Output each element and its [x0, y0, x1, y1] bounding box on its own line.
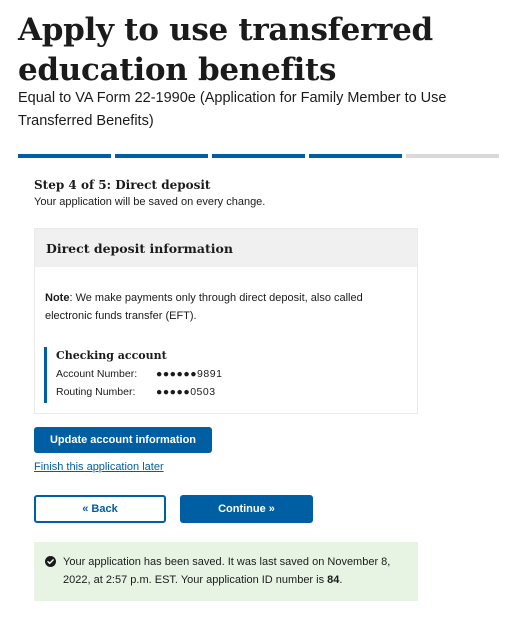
- page-title: Apply to use transferred education benef…: [18, 12, 433, 88]
- continue-button[interactable]: Continue »: [180, 495, 313, 523]
- step-title: Step 4 of 5: Direct deposit: [34, 178, 211, 192]
- check-circle-icon: [45, 556, 56, 567]
- progress-segment-1: [18, 154, 111, 158]
- alert-text-end: .: [339, 574, 343, 586]
- progress-segment-2: [115, 154, 208, 158]
- note-label: Note: [45, 292, 70, 304]
- direct-deposit-heading: Direct deposit information: [35, 229, 417, 267]
- progress-segment-3: [212, 154, 305, 158]
- progress-segment-4: [309, 154, 402, 158]
- save-status-alert: Your application has been saved. It was …: [34, 542, 418, 601]
- finish-later-link[interactable]: Finish this application later: [34, 461, 164, 473]
- back-button[interactable]: « Back: [34, 495, 166, 523]
- progress-segment-5: [406, 154, 499, 158]
- progress-bar: [18, 154, 499, 158]
- checking-account: Checking account Account Number: ●●●●●●9…: [44, 347, 344, 403]
- account-type-title: Checking account: [56, 349, 167, 362]
- page-subtitle: Equal to VA Form 22-1990e (Application f…: [18, 90, 447, 129]
- application-id: 84: [327, 574, 340, 586]
- note-text: : We make payments only through direct d…: [45, 292, 363, 322]
- routing-number-value: ●●●●●0503: [156, 386, 216, 398]
- account-number-value: ●●●●●●9891: [156, 368, 223, 380]
- update-account-button[interactable]: Update account information: [34, 427, 212, 453]
- account-number-label: Account Number:: [56, 368, 138, 380]
- routing-number-label: Routing Number:: [56, 386, 136, 398]
- direct-deposit-card: Direct deposit information Note: We make…: [34, 228, 418, 414]
- account-number-row: Account Number: ●●●●●●9891: [56, 368, 344, 380]
- save-note: Your application will be saved on every …: [34, 196, 266, 208]
- direct-deposit-note: Note: We make payments only through dire…: [45, 289, 405, 325]
- routing-number-row: Routing Number: ●●●●●0503: [56, 386, 344, 398]
